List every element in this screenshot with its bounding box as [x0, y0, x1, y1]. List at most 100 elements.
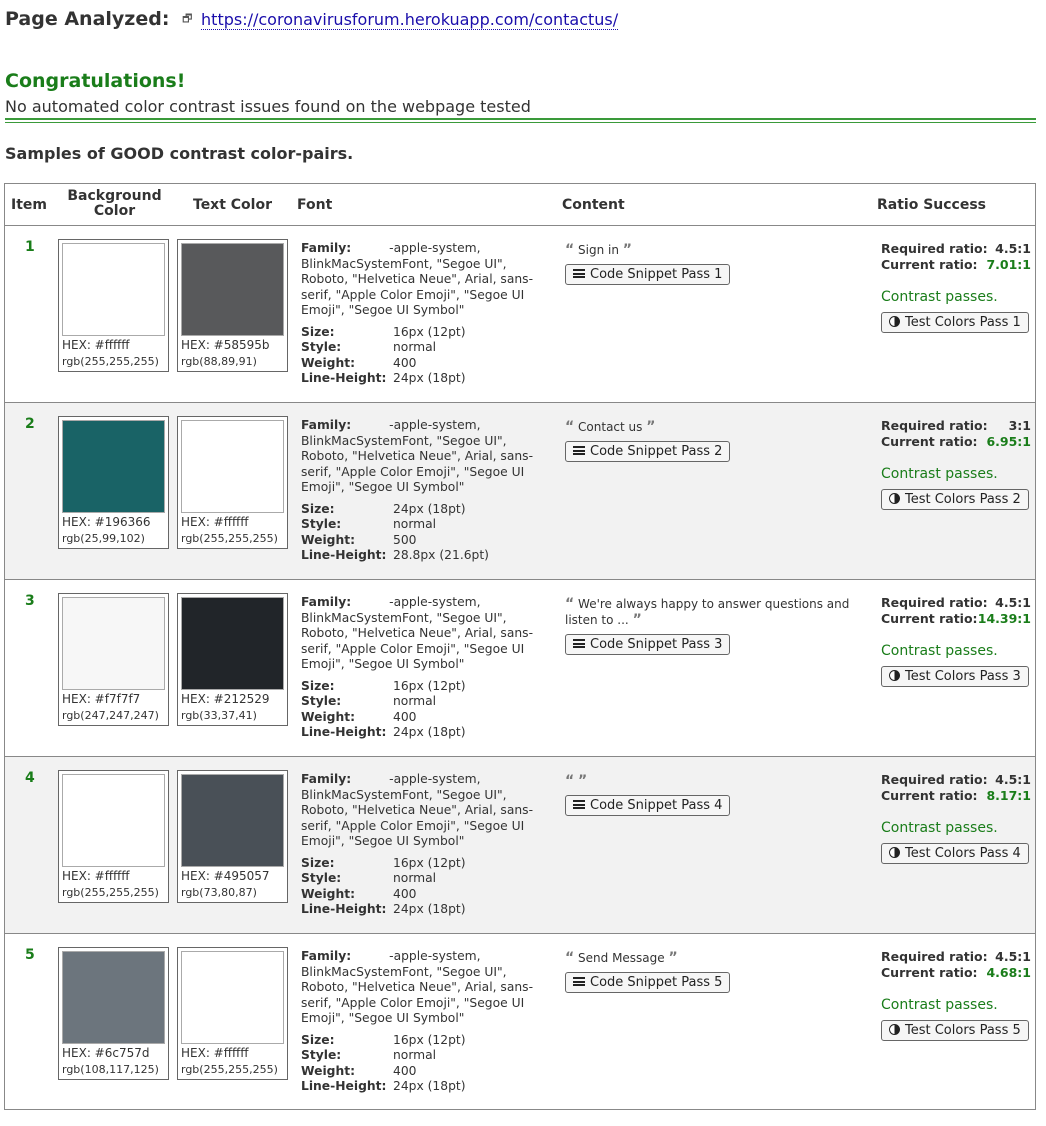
ratio-cell: Required ratio: 4.5:1 Current ratio: 14.39… [881, 595, 1031, 687]
text-hex: HEX: #495057 [181, 869, 270, 883]
font-weight: Weight: 400 [301, 709, 417, 724]
required-ratio: Required ratio: 4.5:1 [881, 595, 1031, 610]
ratio-cell: Required ratio: 3:1 Current ratio: 6.95:1 … [881, 418, 1031, 510]
background-rgb: rgb(255,255,255) [62, 886, 159, 899]
font-family: Family: -apple-system, BlinkMacSystemFont… [301, 772, 534, 848]
contrast-icon [889, 670, 900, 681]
background-color-sample [62, 597, 165, 690]
contrast-icon [889, 316, 900, 327]
current-ratio: Current ratio: 7.01:1 [881, 257, 1031, 272]
font-info: Family: -apple-system, BlinkMacSystemFont… [301, 772, 536, 918]
contrast-icon [889, 847, 900, 858]
background-swatch: HEX: #ffffff rgb(255,255,255) [58, 770, 169, 903]
font-style: Style: normal [301, 517, 437, 531]
current-ratio: Current ratio: 14.39:1 [881, 611, 1031, 626]
content-text: Sign in [578, 243, 619, 257]
test-colors-button[interactable]: Test Colors Pass 1 [881, 312, 1029, 333]
background-swatch: HEX: #6c757d rgb(108,117,125) [58, 947, 169, 1080]
required-ratio: Required ratio: 3:1 [881, 418, 1031, 433]
text-rgb: rgb(255,255,255) [181, 532, 278, 545]
font-weight: Weight: 400 [301, 355, 417, 370]
ratio-cell: Required ratio: 4.5:1 Current ratio: 8.17:… [881, 772, 1031, 864]
font-family: Family: -apple-system, BlinkMacSystemFont… [301, 241, 534, 317]
code-snippet-button[interactable]: Code Snippet Pass 3 [565, 634, 731, 655]
item-number: 2 [25, 416, 35, 432]
font-weight: Weight: 400 [301, 886, 417, 901]
font-line-height: Line-Height: 24px (18pt) [301, 725, 466, 739]
background-rgb: rgb(25,99,102) [62, 532, 145, 545]
font-line-height: Line-Height: 28.8px (21.6pt) [301, 548, 489, 562]
font-size: Size: 16px (12pt) [301, 1032, 466, 1047]
col-font: Font [297, 197, 333, 213]
current-ratio: Current ratio: 4.68:1 [881, 965, 1031, 980]
font-info: Family: -apple-system, BlinkMacSystemFont… [301, 949, 536, 1095]
content-cell: “ Sign in ” Code Snippet Pass 1 [565, 242, 865, 285]
font-style: Style: normal [301, 340, 437, 354]
background-swatch: HEX: #f7f7f7 rgb(247,247,247) [58, 593, 169, 726]
background-color-sample [62, 420, 165, 513]
lines-icon [573, 977, 585, 986]
text-color-swatch: HEX: #212529 rgb(33,37,41) [177, 593, 288, 726]
open-quote-icon: “ [565, 773, 575, 789]
test-colors-button[interactable]: Test Colors Pass 4 [881, 843, 1029, 864]
open-quote-icon: “ [565, 596, 575, 612]
item-number: 4 [25, 770, 35, 786]
background-hex: HEX: #ffffff [62, 338, 130, 352]
required-ratio: Required ratio: 4.5:1 [881, 949, 1031, 964]
font-info: Family: -apple-system, BlinkMacSystemFont… [301, 595, 536, 741]
font-style: Style: normal [301, 871, 437, 885]
content-text: We're always happy to answer questions a… [565, 597, 850, 627]
result-title: Congratulations! [5, 70, 186, 92]
code-snippet-button[interactable]: Code Snippet Pass 4 [565, 795, 731, 816]
background-hex: HEX: #6c757d [62, 1046, 150, 1060]
font-size: Size: 16px (12pt) [301, 678, 466, 693]
code-snippet-button[interactable]: Code Snippet Pass 5 [565, 972, 731, 993]
background-swatch: HEX: #ffffff rgb(255,255,255) [58, 239, 169, 372]
font-size: Size: 16px (12pt) [301, 855, 466, 870]
lines-icon [573, 446, 585, 455]
text-color-swatch: HEX: #ffffff rgb(255,255,255) [177, 947, 288, 1080]
content-text: Send Message [578, 951, 665, 965]
text-color-swatch: HEX: #58595b rgb(88,89,91) [177, 239, 288, 372]
code-snippet-button[interactable]: Code Snippet Pass 2 [565, 441, 731, 462]
background-hex: HEX: #f7f7f7 [62, 692, 141, 706]
code-snippet-button[interactable]: Code Snippet Pass 1 [565, 264, 731, 285]
result-message: No automated color contrast issues found… [5, 97, 531, 116]
content-sample: “ We're always happy to answer questions… [565, 596, 865, 628]
test-colors-button[interactable]: Test Colors Pass 2 [881, 489, 1029, 510]
external-link-icon: 🗗 [182, 12, 193, 25]
font-family: Family: -apple-system, BlinkMacSystemFont… [301, 418, 534, 494]
close-quote-icon: ” [632, 612, 642, 628]
col-content: Content [562, 197, 625, 213]
table-row: 4 HEX: #ffffff rgb(255,255,255) HEX: #49… [5, 757, 1035, 934]
background-hex: HEX: #ffffff [62, 869, 130, 883]
content-cell: “ We're always happy to answer questions… [565, 596, 865, 655]
lines-icon [573, 639, 585, 648]
item-number: 1 [25, 239, 35, 255]
background-swatch: HEX: #196366 rgb(25,99,102) [58, 416, 169, 549]
close-quote-icon: ” [578, 773, 588, 789]
close-quote-icon: ” [668, 950, 678, 966]
test-colors-button[interactable]: Test Colors Pass 3 [881, 666, 1029, 687]
analyzed-url-link[interactable]: https://coronavirusforum.herokuapp.com/c… [201, 10, 619, 30]
font-weight: Weight: 500 [301, 532, 417, 547]
table-header: Item Background Color Text Color Font Co… [5, 184, 1035, 226]
content-sample: “ Send Message ” [565, 950, 865, 966]
contrast-icon [889, 493, 900, 504]
background-color-sample [62, 243, 165, 336]
background-color-sample [62, 774, 165, 867]
required-ratio: Required ratio: 4.5:1 [881, 772, 1031, 787]
font-weight: Weight: 400 [301, 1063, 417, 1078]
text-color-sample [181, 243, 284, 336]
test-colors-button[interactable]: Test Colors Pass 5 [881, 1020, 1029, 1041]
divider [5, 118, 1036, 123]
background-color-sample [62, 951, 165, 1044]
current-ratio: Current ratio: 8.17:1 [881, 788, 1031, 803]
contrast-passes: Contrast passes. [881, 643, 998, 659]
item-number: 3 [25, 593, 35, 609]
contrast-icon [889, 1024, 900, 1035]
background-rgb: rgb(247,247,247) [62, 709, 159, 722]
content-text: Contact us [578, 420, 643, 434]
background-hex: HEX: #196366 [62, 515, 151, 529]
open-quote-icon: “ [565, 950, 575, 966]
